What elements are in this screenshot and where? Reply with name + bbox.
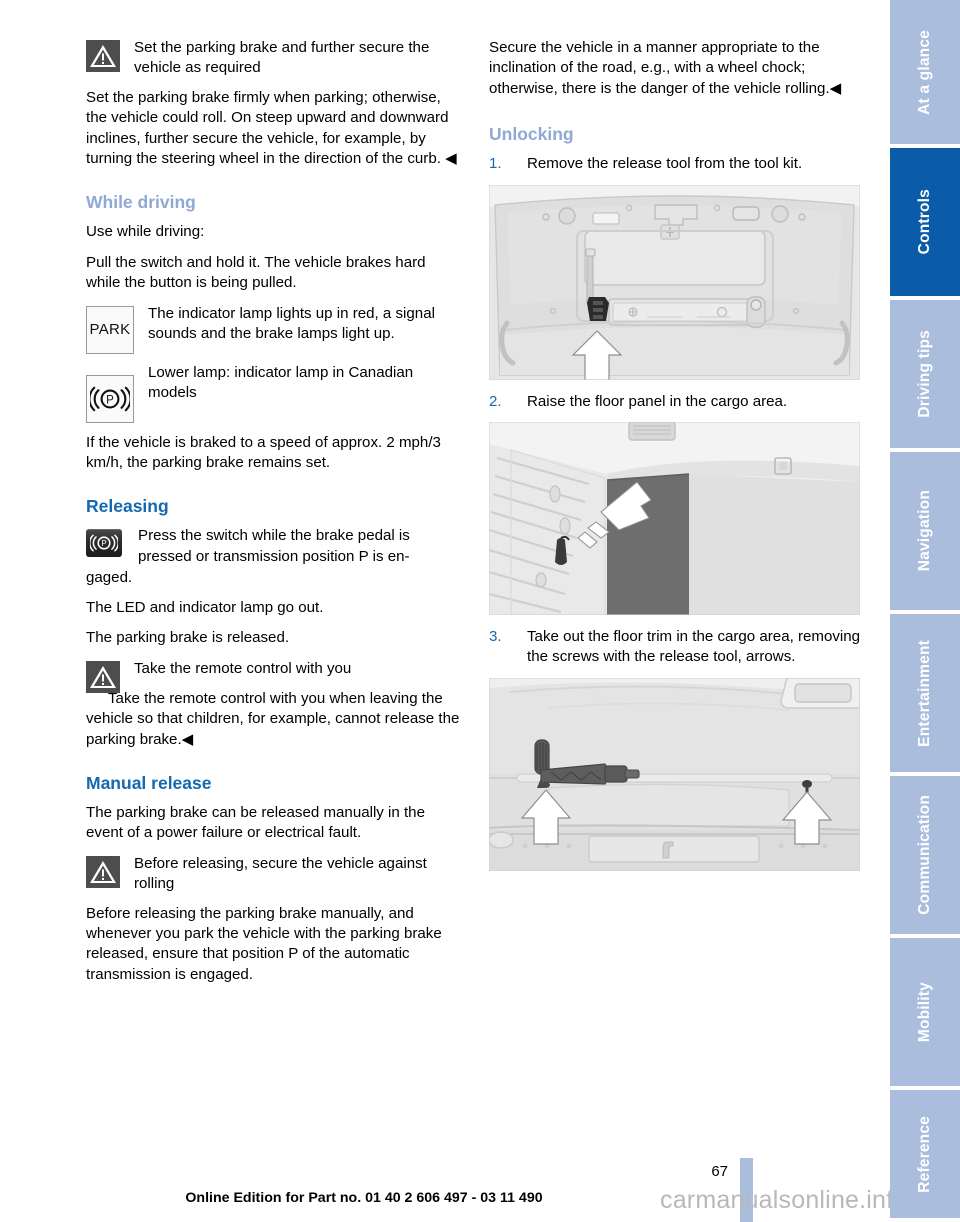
icon-note-park-text: The indicator lamp lights up in red, a s… [148, 304, 435, 343]
svg-text:P: P [101, 540, 106, 549]
svg-text:P: P [106, 394, 114, 406]
watermark: carmanualsonline.info [660, 1186, 908, 1214]
sidebar-tab-mobility[interactable]: Mobility [890, 938, 960, 1086]
left-column: Set the parking brake and further secure… [86, 38, 464, 995]
icon-note-park-indicator: PARK The indicator lamp lights up in red… [86, 304, 464, 354]
figure-trunk-lid-tool-location [489, 184, 860, 380]
sidebar-tab-label: At a glance [916, 29, 933, 115]
para-led-out: The LED and indicator lamp go out. [86, 598, 324, 616]
figure-cargo-floor-trim-screws [489, 677, 860, 871]
sidebar-tab-communication[interactable]: Communication [890, 776, 960, 934]
warning-note-body-3: Before releasing the parking brake manua… [86, 904, 442, 983]
heading-unlocking: Unlocking [489, 124, 574, 145]
sidebar-tab-label: Controls [916, 189, 933, 255]
warning-note-title-2: Take the remote control with you [134, 659, 352, 677]
icon-note-canadian-text: Lower lamp: indicator lamp in Canadian m… [148, 363, 414, 402]
sidebar-tab-label: Navigation [916, 490, 933, 572]
step-number: 2. [489, 392, 502, 410]
figure-cargo-floor-panel-raise [489, 422, 860, 616]
warning-triangle-icon [86, 855, 120, 888]
sidebar-tab-navigation[interactable]: Navigation [890, 452, 960, 610]
sidebar-tab-controls[interactable]: Controls [890, 148, 960, 296]
icon-note-release-switch-text: Press the switch while the brake pedal i… [138, 527, 410, 565]
para-secure-vehicle: Secure the vehicle in a manner appropria… [489, 39, 842, 97]
warning-triangle-icon [86, 660, 120, 693]
step-2: 2. Raise the floor panel in the cargo ar… [489, 392, 867, 412]
para-pull-switch: Pull the switch and hold it. The vehicle… [86, 253, 426, 292]
warning-note-set-parking-brake: Set the parking brake and further secure… [86, 38, 464, 79]
sidebar-tab-driving-tips[interactable]: Driving tips [890, 300, 960, 448]
icon-note-release-switch-runon: gaged. [86, 569, 133, 587]
warning-note-remote-control: Take the remote control with you [86, 659, 464, 693]
para-manual-release: The parking brake can be released manual… [86, 803, 425, 842]
sidebar-tab-label: Driving tips [916, 330, 933, 418]
park-indicator-icon: PARK [86, 305, 134, 354]
right-column: Secure the vehicle in a manner appropria… [489, 38, 867, 883]
icon-note-release-switch: P Press the switch while the brake pedal… [86, 526, 464, 568]
warning-note-body-1: Set the parking brake firmly when parkin… [86, 88, 457, 168]
warning-note-before-releasing: Before releasing, secure the vehicle aga… [86, 854, 464, 895]
step-number: 1. [489, 155, 502, 173]
sidebar-tab-label: Entertainment [916, 639, 933, 747]
step-number: 3. [489, 628, 502, 646]
para-braked-speed: If the vehicle is braked to a speed of a… [86, 433, 441, 472]
page-number: 67 [711, 1163, 728, 1180]
sidebar-tab-label: Mobility [916, 981, 933, 1043]
icon-note-canadian-lamp: P Lower lamp: indicator lamp in Canadian… [86, 363, 464, 423]
warning-note-title: Set the parking brake and further secure… [134, 39, 430, 77]
parking-brake-switch-icon: P [86, 529, 122, 558]
parking-brake-lamp-icon: P [86, 374, 134, 423]
sidebar-tab-entertainment[interactable]: Entertainment [890, 614, 960, 772]
sidebar-tab-at-a-glance[interactable]: At a glance [890, 0, 960, 144]
step-3: 3. Take out the floor trim in the cargo … [489, 627, 867, 668]
heading-manual-release: Manual release [86, 772, 212, 793]
footer-edition-text: Online Edition for Part no. 01 40 2 606 … [185, 1190, 543, 1206]
section-tab-strip: At a glance Controls Driving tips Naviga… [890, 0, 960, 1222]
para-use-while-driving: Use while driving: [86, 223, 205, 241]
step-1: 1. Remove the release tool from the tool… [489, 154, 867, 174]
step-text: Remove the release tool from the tool ki… [527, 155, 803, 173]
manual-page: Set the parking brake and further secure… [0, 0, 960, 1222]
sidebar-tab-label: Reference [916, 1115, 933, 1193]
warning-note-title-3: Before releasing, secure the vehicle aga… [134, 854, 427, 893]
park-indicator-label: PARK [86, 305, 134, 354]
heading-releasing: Releasing [86, 496, 169, 517]
warning-note-body-2: Take the remote control with you when le… [86, 689, 460, 748]
sidebar-tab-reference[interactable]: Reference [890, 1090, 960, 1218]
sidebar-tab-label: Communication [916, 795, 933, 915]
step-text: Raise the floor panel in the cargo area. [527, 392, 788, 410]
step-text: Take out the floor trim in the cargo are… [527, 628, 861, 666]
warning-triangle-icon [86, 40, 120, 72]
heading-while-driving: While driving [86, 192, 196, 213]
para-brake-released: The parking brake is released. [86, 629, 290, 647]
